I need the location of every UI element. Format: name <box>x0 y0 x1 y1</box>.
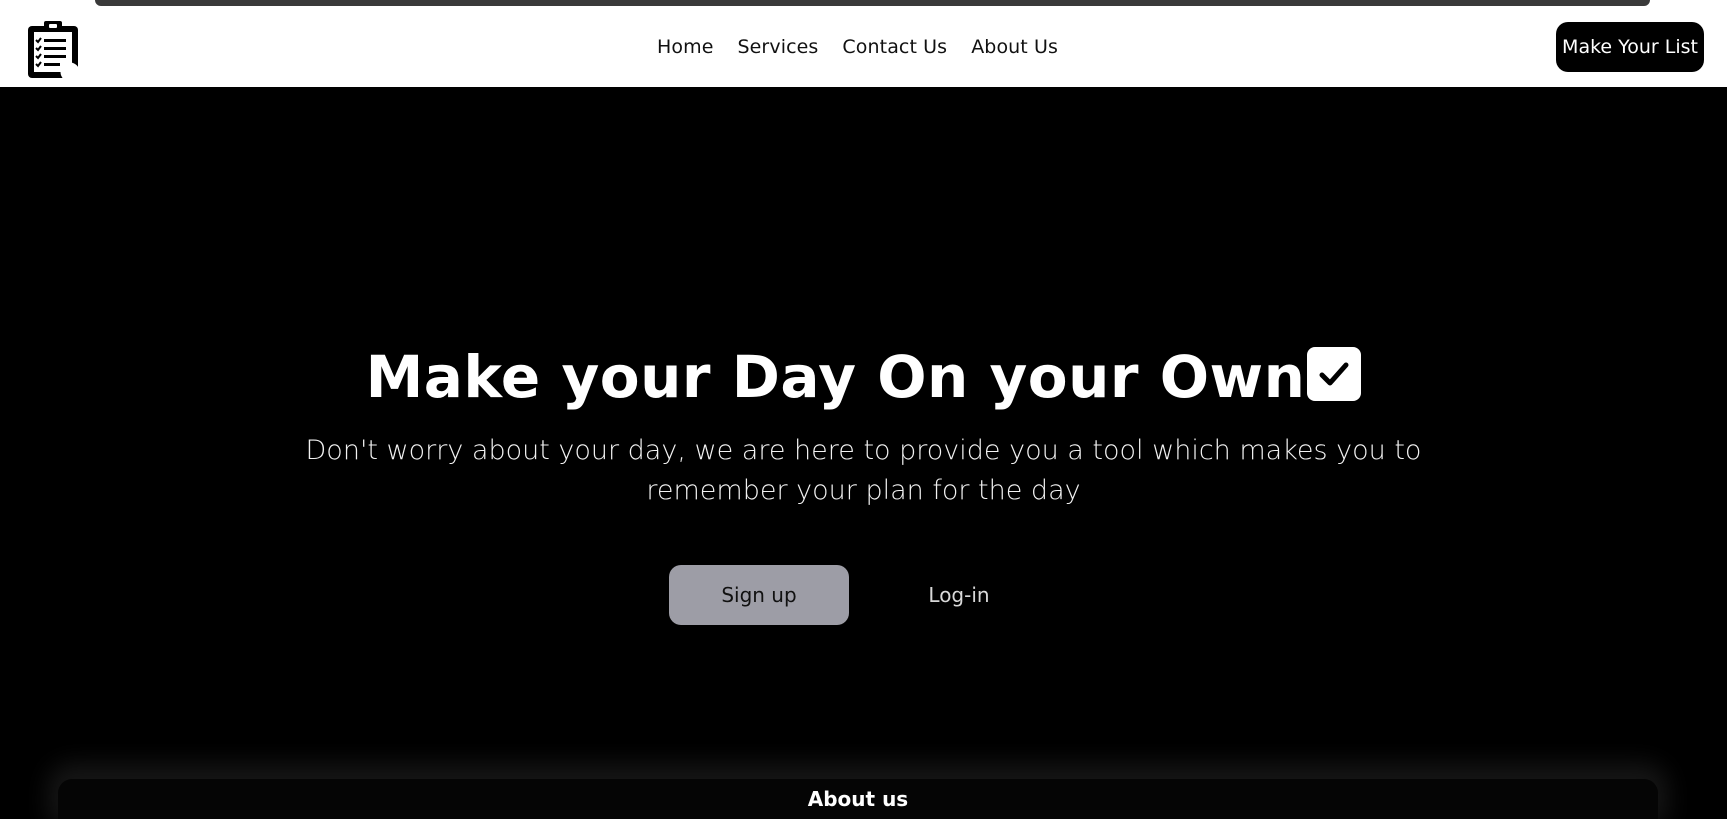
make-your-list-button[interactable]: Make Your List <box>1556 22 1704 72</box>
hero-subtitle: Don't worry about your day, we are here … <box>305 435 1422 506</box>
about-section: About us <box>58 779 1658 819</box>
nav-links: Home Services Contact Us About Us <box>0 6 1727 87</box>
check-box-icon <box>1307 347 1362 401</box>
nav-link-about-us[interactable]: About Us <box>971 36 1058 58</box>
nav-link-contact-us[interactable]: Contact Us <box>842 36 947 58</box>
hero-title-text: Make your Day On your Own <box>365 343 1306 411</box>
nav-link-home[interactable]: Home <box>657 36 714 58</box>
clipboard-checklist-icon[interactable] <box>24 20 84 82</box>
log-in-button[interactable]: Log-in <box>900 565 1018 625</box>
nav-link-services[interactable]: Services <box>737 36 818 58</box>
hero-section: Make your Day On your Own Don't worry ab… <box>0 87 1727 819</box>
hero-title: Make your Day On your Own <box>0 342 1727 412</box>
navbar: Home Services Contact Us About Us Make Y… <box>0 6 1727 87</box>
about-title: About us <box>807 787 909 811</box>
sign-up-button[interactable]: Sign up <box>669 565 849 625</box>
